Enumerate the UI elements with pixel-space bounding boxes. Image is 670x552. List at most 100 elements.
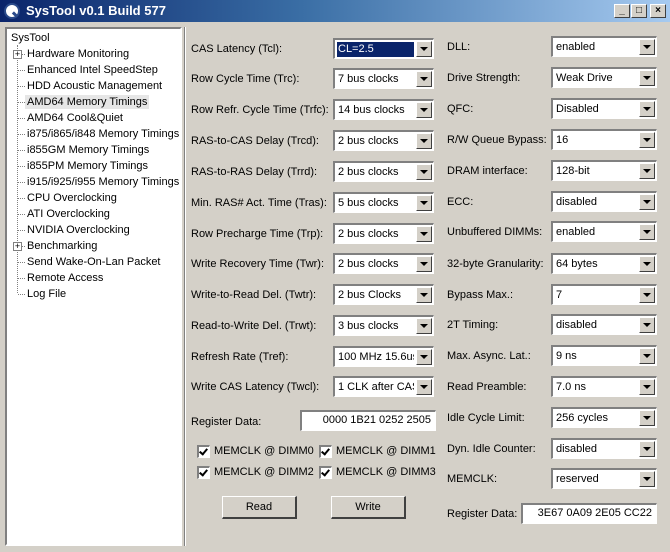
dropdown-arrow-icon[interactable] xyxy=(639,132,655,148)
tree-item[interactable]: NVIDIA Overclocking xyxy=(27,223,130,237)
dropdown-value: disabled xyxy=(556,319,597,331)
dropdown-arrow-icon[interactable] xyxy=(416,318,432,334)
read-button[interactable]: Read xyxy=(222,496,297,519)
option-dropdown[interactable]: 7.0 ns xyxy=(551,376,657,397)
tree-connector xyxy=(18,86,25,87)
option-dropdown[interactable]: 128-bit xyxy=(551,160,657,181)
dropdown-arrow-icon[interactable] xyxy=(639,256,655,272)
close-button[interactable]: × xyxy=(650,4,666,18)
dropdown-arrow-icon[interactable] xyxy=(416,256,432,272)
dropdown-arrow-icon[interactable] xyxy=(639,410,655,426)
left-register-field[interactable]: 0000 1B21 0252 2505 xyxy=(300,410,436,431)
dropdown-arrow-icon[interactable] xyxy=(639,441,655,457)
setting-dropdown[interactable]: 2 bus clocks xyxy=(333,161,434,182)
tree-item[interactable]: i855GM Memory Timings xyxy=(27,143,149,157)
option-dropdown[interactable]: 256 cycles xyxy=(551,407,657,428)
dropdown-arrow-icon[interactable] xyxy=(639,287,655,303)
setting-dropdown[interactable]: 2 bus Clocks xyxy=(333,284,434,305)
dropdown-arrow-icon[interactable] xyxy=(639,39,655,55)
title-bar[interactable]: SysTool v0.1 Build 577 _ □ × xyxy=(0,0,670,22)
dropdown-arrow-icon[interactable] xyxy=(639,317,655,333)
option-dropdown[interactable]: disabled xyxy=(551,191,657,212)
tree-item[interactable]: i915/i925/i955 Memory Timings xyxy=(27,175,179,189)
setting-dropdown[interactable]: 5 bus clocks xyxy=(333,192,434,213)
option-dropdown[interactable]: enabled xyxy=(551,36,657,57)
minimize-button[interactable]: _ xyxy=(614,4,630,18)
right-register-field[interactable]: 3E67 0A09 2E05 CC22 xyxy=(521,503,657,524)
dropdown-arrow-icon[interactable] xyxy=(639,379,655,395)
tree-connector xyxy=(18,214,25,215)
dropdown-arrow-icon[interactable] xyxy=(416,287,432,303)
tree-connector xyxy=(18,102,25,103)
option-dropdown[interactable]: 16 xyxy=(551,129,657,150)
tree-item[interactable]: CPU Overclocking xyxy=(27,191,117,205)
tree-item[interactable]: Send Wake-On-Lan Packet xyxy=(27,255,161,269)
memclk-dimm3-checkbox[interactable] xyxy=(319,466,332,479)
dropdown-value: 2 bus Clocks xyxy=(338,289,401,301)
option-dropdown[interactable]: disabled xyxy=(551,438,657,459)
dropdown-arrow-icon[interactable] xyxy=(416,133,432,149)
tree-item[interactable]: i855PM Memory Timings xyxy=(27,159,148,173)
memclk-dimm1-label: MEMCLK @ DIMM1 xyxy=(336,445,436,457)
dropdown-arrow-icon[interactable] xyxy=(416,195,432,211)
option-label: Dyn. Idle Counter: xyxy=(447,443,536,455)
navigation-tree[interactable]: SysTool + Hardware Monitoring Enhanced Int… xyxy=(5,27,182,546)
tree-item[interactable]: HDD Acoustic Management xyxy=(27,79,162,93)
dropdown-value: 256 cycles xyxy=(556,412,608,424)
option-dropdown[interactable]: 64 bytes xyxy=(551,253,657,274)
tree-item[interactable]: Hardware Monitoring xyxy=(27,47,129,61)
panel-divider xyxy=(184,27,186,546)
tree-item[interactable]: AMD64 Memory Timings xyxy=(25,95,150,109)
setting-dropdown[interactable]: 1 CLK after CAS# xyxy=(333,376,434,397)
setting-dropdown[interactable]: 2 bus clocks xyxy=(333,253,434,274)
dropdown-arrow-icon[interactable] xyxy=(416,41,432,57)
dropdown-arrow-icon[interactable] xyxy=(416,379,432,395)
dropdown-arrow-icon[interactable] xyxy=(639,70,655,86)
dropdown-value: 7 bus clocks xyxy=(338,73,399,85)
setting-dropdown[interactable]: 14 bus clocks xyxy=(333,99,434,120)
option-dropdown[interactable]: enabled xyxy=(551,221,657,242)
memclk-dimm0-checkbox[interactable] xyxy=(197,445,210,458)
tree-item[interactable]: i875/i865/i848 Memory Timings xyxy=(27,127,179,141)
setting-dropdown[interactable]: 2 bus clocks xyxy=(333,223,434,244)
setting-dropdown[interactable]: 2 bus clocks xyxy=(333,130,434,151)
setting-label: RAS-to-RAS Delay (Trrd): xyxy=(191,166,318,178)
option-dropdown[interactable]: 9 ns xyxy=(551,345,657,366)
memclk-dimm1-checkbox[interactable] xyxy=(319,445,332,458)
setting-label: Refresh Rate (Tref): xyxy=(191,351,289,363)
tree-root[interactable]: SysTool xyxy=(11,31,50,45)
tree-item[interactable]: Remote Access xyxy=(27,271,103,285)
dropdown-arrow-icon[interactable] xyxy=(639,101,655,117)
setting-dropdown[interactable]: 7 bus clocks xyxy=(333,68,434,89)
option-dropdown[interactable]: Weak Drive xyxy=(551,67,657,88)
setting-dropdown[interactable]: CL=2.5 xyxy=(333,38,434,59)
tree-item[interactable]: AMD64 Cool&Quiet xyxy=(27,111,123,125)
maximize-button[interactable]: □ xyxy=(631,4,647,18)
dropdown-arrow-icon[interactable] xyxy=(416,102,432,118)
dropdown-arrow-icon[interactable] xyxy=(416,226,432,242)
tree-item[interactable]: Log File xyxy=(27,287,66,301)
tree-expand-icon[interactable]: + xyxy=(13,242,22,251)
write-button[interactable]: Write xyxy=(331,496,406,519)
option-dropdown[interactable]: 7 xyxy=(551,284,657,305)
dropdown-arrow-icon[interactable] xyxy=(416,349,432,365)
setting-dropdown[interactable]: 3 bus clocks xyxy=(333,315,434,336)
dropdown-value: reserved xyxy=(556,473,599,485)
dropdown-arrow-icon[interactable] xyxy=(639,471,655,487)
tree-item[interactable]: Enhanced Intel SpeedStep xyxy=(27,63,158,77)
dropdown-arrow-icon[interactable] xyxy=(639,224,655,240)
dropdown-arrow-icon[interactable] xyxy=(416,164,432,180)
option-dropdown[interactable]: Disabled xyxy=(551,98,657,119)
tree-item[interactable]: ATI Overclocking xyxy=(27,207,110,221)
option-dropdown[interactable]: reserved xyxy=(551,468,657,489)
memclk-dimm2-checkbox[interactable] xyxy=(197,466,210,479)
tree-item[interactable]: Benchmarking xyxy=(27,239,97,253)
dropdown-arrow-icon[interactable] xyxy=(639,194,655,210)
setting-dropdown[interactable]: 100 MHz 15.6us xyxy=(333,346,434,367)
dropdown-arrow-icon[interactable] xyxy=(639,348,655,364)
option-dropdown[interactable]: disabled xyxy=(551,314,657,335)
dropdown-arrow-icon[interactable] xyxy=(639,163,655,179)
dropdown-arrow-icon[interactable] xyxy=(416,71,432,87)
tree-expand-icon[interactable]: + xyxy=(13,50,22,59)
dropdown-value: CL=2.5 xyxy=(337,42,414,57)
